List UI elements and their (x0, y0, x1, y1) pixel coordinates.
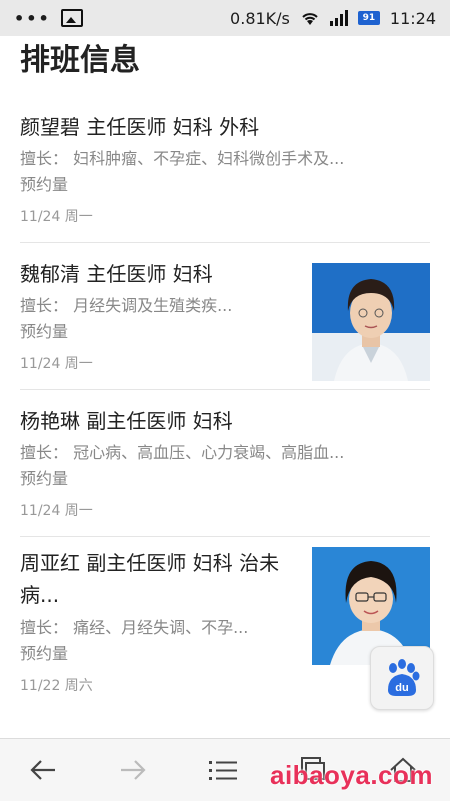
list-item-text: 周亚红 副主任医师 妇科 治未病... 擅长： 痛经、月经失调、不孕... 预约… (20, 537, 300, 711)
booking-count-label: 预约量 (20, 644, 69, 663)
schedule-date: 11/24 周一 (20, 356, 93, 372)
doctor-speciality: 擅长： 痛经、月经失调、不孕... (20, 618, 249, 637)
clock: 11:24 (389, 8, 436, 28)
battery-icon: 91 (357, 11, 380, 25)
menu-button[interactable] (206, 753, 240, 787)
doctor-name: 颜望碧 主任医师 妇科 外科 (20, 115, 260, 139)
list-item[interactable]: 颜望碧 主任医师 妇科 外科 擅长： 妇科肿瘤、不孕症、妇科微创手术及... 预… (0, 96, 450, 243)
wifi-icon (302, 13, 318, 25)
doctor-photo (312, 263, 430, 381)
schedule-date: 11/22 周六 (20, 678, 93, 694)
doctor-speciality: 擅长： 月经失调及生殖类疾... (20, 296, 233, 315)
booking-count-label: 预约量 (20, 175, 69, 194)
doctor-name: 周亚红 副主任医师 妇科 治未病... (20, 551, 280, 607)
list-item[interactable]: 魏郁清 主任医师 妇科 擅长： 月经失调及生殖类疾... 预约量 11/24 周… (0, 243, 450, 390)
forward-button[interactable] (116, 753, 150, 787)
page-title: 排班信息 (20, 43, 140, 78)
back-button[interactable] (26, 753, 60, 787)
baidu-float-button[interactable]: du (370, 646, 434, 710)
doctor-speciality: 擅长： 妇科肿瘤、不孕症、妇科微创手术及... (20, 149, 345, 168)
forward-arrow-icon (121, 760, 146, 780)
status-bar-left: ••• (14, 9, 83, 28)
baidu-label: du (395, 682, 408, 694)
doctor-name: 杨艳琳 副主任医师 妇科 (20, 409, 233, 433)
list-item-content: 周亚红 副主任医师 妇科 治未病... 擅长： 痛经、月经失调、不孕... 预约… (20, 537, 430, 711)
doctor-speciality: 擅长： 冠心病、高血压、心力衰竭、高脂血... (20, 443, 345, 462)
menu-list-icon (209, 761, 237, 780)
list-item-text: 魏郁清 主任医师 妇科 擅长： 月经失调及生殖类疾... 预约量 11/24 周… (20, 243, 300, 389)
list-item-content: 杨艳琳 副主任医师 妇科 擅长： 冠心病、高血压、心力衰竭、高脂血... 预约量… (20, 390, 430, 537)
schedule-date: 11/24 周一 (20, 209, 93, 225)
image-icon (60, 9, 83, 27)
doctor-list: 颜望碧 主任医师 妇科 外科 擅长： 妇科肿瘤、不孕症、妇科微创手术及... 预… (0, 96, 450, 711)
watermark-logo: aibaoya.com (270, 760, 434, 790)
status-bar: ••• 0.81K/s 91 11:24 (0, 0, 450, 36)
status-bar-right: 0.81K/s 91 11:24 (230, 9, 436, 28)
list-item-content: 颜望碧 主任医师 妇科 外科 擅长： 妇科肿瘤、不孕症、妇科微创手术及... 预… (20, 96, 430, 243)
signal-icon (329, 10, 348, 26)
list-item-content: 魏郁清 主任医师 妇科 擅长： 月经失调及生殖类疾... 预约量 11/24 周… (20, 243, 430, 390)
network-speed: 0.81K/s (230, 8, 290, 28)
back-arrow-icon (30, 760, 55, 780)
notification-dots: ••• (14, 8, 51, 28)
doctor-name: 魏郁清 主任医师 妇科 (20, 262, 213, 286)
schedule-date: 11/24 周一 (20, 503, 93, 519)
list-item[interactable]: 杨艳琳 副主任医师 妇科 擅长： 冠心病、高血压、心力衰竭、高脂血... 预约量… (0, 390, 450, 537)
booking-count-label: 预约量 (20, 322, 69, 341)
booking-count-label: 预约量 (20, 469, 69, 488)
baidu-paw-icon: du (388, 659, 420, 696)
